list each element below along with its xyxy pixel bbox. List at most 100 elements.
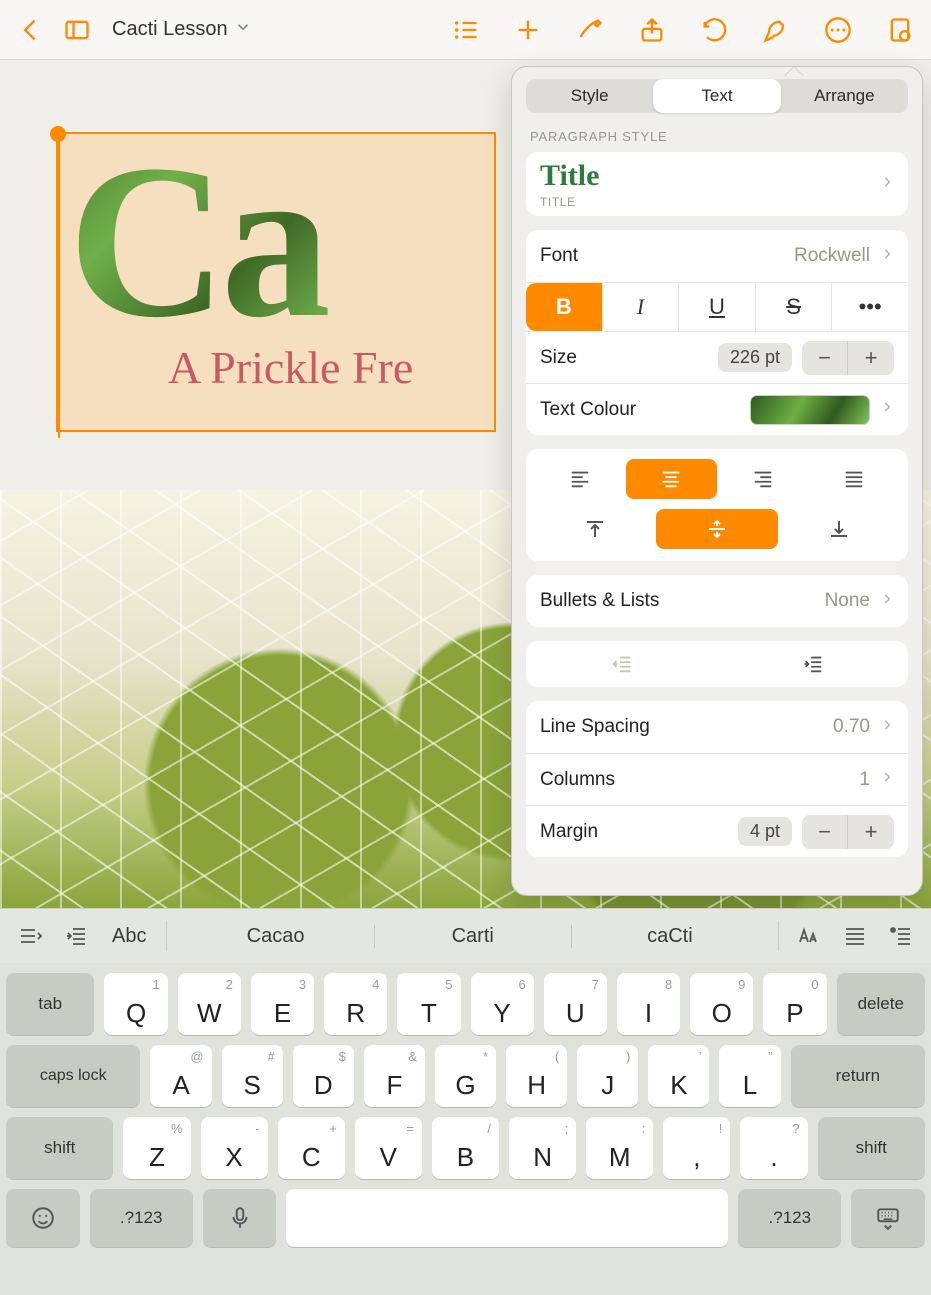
- key-s[interactable]: #S: [222, 1045, 283, 1107]
- key-q[interactable]: 1Q: [104, 973, 167, 1035]
- line-spacing-value: 0.70: [833, 716, 870, 738]
- key-r[interactable]: 4R: [324, 973, 387, 1035]
- key-a[interactable]: @A: [150, 1045, 211, 1107]
- key-l[interactable]: ”L: [719, 1045, 780, 1107]
- document-settings-icon[interactable]: [883, 13, 917, 47]
- indent-button[interactable]: [717, 641, 908, 687]
- key-j[interactable]: )J: [577, 1045, 638, 1107]
- align-shortcut-icon[interactable]: [835, 916, 875, 956]
- add-icon[interactable]: [511, 13, 545, 47]
- draw-icon[interactable]: [573, 13, 607, 47]
- key-w[interactable]: 2W: [178, 973, 241, 1035]
- abc-label[interactable]: Abc: [102, 925, 156, 948]
- margin-value[interactable]: 4 pt: [738, 817, 792, 846]
- valign-top-button[interactable]: [534, 509, 656, 549]
- columns-value: 1: [859, 769, 870, 791]
- key-z[interactable]: %Z: [123, 1117, 190, 1179]
- more-text-options-button[interactable]: •••: [832, 283, 908, 331]
- key-t[interactable]: 5T: [397, 973, 460, 1035]
- key-y[interactable]: 6Y: [471, 973, 534, 1035]
- insert-shortcut-icon[interactable]: [881, 916, 921, 956]
- dictate-key[interactable]: [203, 1189, 277, 1247]
- suggestion-2[interactable]: Carti: [375, 925, 572, 948]
- paragraph-menu-icon[interactable]: [10, 916, 50, 956]
- indent-shortcut-icon[interactable]: [56, 916, 96, 956]
- bold-button[interactable]: B: [526, 283, 603, 331]
- tab-key[interactable]: tab: [6, 973, 94, 1035]
- key-p[interactable]: 0P: [763, 973, 826, 1035]
- align-justify-button[interactable]: [809, 459, 901, 499]
- key-period[interactable]: ?.: [740, 1117, 807, 1179]
- delete-key[interactable]: delete: [837, 973, 925, 1035]
- suggestion-1[interactable]: Cacao: [177, 925, 374, 948]
- size-decrease-button[interactable]: −: [802, 341, 848, 375]
- hide-keyboard-key[interactable]: [851, 1189, 925, 1247]
- space-key[interactable]: [286, 1189, 728, 1247]
- align-right-button[interactable]: [717, 459, 809, 499]
- font-row[interactable]: Font Rockwell: [526, 230, 908, 282]
- return-key[interactable]: return: [791, 1045, 925, 1107]
- subtitle-text[interactable]: A Prickle Fre: [58, 335, 494, 404]
- text-colour-swatch[interactable]: [750, 395, 870, 425]
- shift-left-key[interactable]: shift: [6, 1117, 113, 1179]
- outdent-button[interactable]: [526, 641, 717, 687]
- key-x[interactable]: -X: [201, 1117, 268, 1179]
- key-u[interactable]: 7U: [544, 973, 607, 1035]
- size-increase-button[interactable]: +: [848, 341, 894, 375]
- numbers-left-key[interactable]: .?123: [90, 1189, 193, 1247]
- valign-bottom-button[interactable]: [778, 509, 900, 549]
- align-center-button[interactable]: [626, 459, 718, 499]
- emoji-key[interactable]: [6, 1189, 80, 1247]
- tab-arrange[interactable]: Arrange: [781, 79, 908, 113]
- key-i[interactable]: 8I: [617, 973, 680, 1035]
- undo-icon[interactable]: [697, 13, 731, 47]
- italic-button[interactable]: I: [603, 283, 680, 331]
- selection-handle[interactable]: [50, 126, 66, 142]
- key-f[interactable]: &F: [364, 1045, 425, 1107]
- more-icon[interactable]: [821, 13, 855, 47]
- chevron-right-icon: [880, 770, 894, 789]
- key-v[interactable]: =V: [355, 1117, 422, 1179]
- bullets-row[interactable]: Bullets & Lists None: [526, 575, 908, 627]
- strikethrough-button[interactable]: S: [756, 283, 833, 331]
- key-comma[interactable]: !,: [663, 1117, 730, 1179]
- key-e[interactable]: 3E: [251, 973, 314, 1035]
- size-value[interactable]: 226 pt: [718, 343, 792, 372]
- title-text[interactable]: Ca: [58, 134, 494, 335]
- title-text-box[interactable]: Ca A Prickle Fre: [56, 132, 496, 432]
- suggestion-3[interactable]: caCti: [572, 925, 768, 948]
- document-title[interactable]: Cacti Lesson: [106, 18, 258, 42]
- capslock-key[interactable]: caps lock: [6, 1045, 140, 1107]
- share-icon[interactable]: [635, 13, 669, 47]
- margin-decrease-button[interactable]: −: [802, 815, 848, 849]
- align-left-button[interactable]: [534, 459, 626, 499]
- valign-middle-button[interactable]: [656, 509, 778, 549]
- format-brush-icon[interactable]: [759, 13, 793, 47]
- key-c[interactable]: +C: [278, 1117, 345, 1179]
- columns-row[interactable]: Columns 1: [526, 753, 908, 805]
- key-n[interactable]: ;N: [509, 1117, 576, 1179]
- line-spacing-row[interactable]: Line Spacing 0.70: [526, 701, 908, 753]
- back-icon[interactable]: [14, 13, 48, 47]
- view-options-icon[interactable]: [60, 13, 94, 47]
- key-b[interactable]: /B: [432, 1117, 499, 1179]
- key-o[interactable]: 9O: [690, 973, 753, 1035]
- key-h[interactable]: (H: [506, 1045, 567, 1107]
- margin-increase-button[interactable]: +: [848, 815, 894, 849]
- list-icon[interactable]: [449, 13, 483, 47]
- paragraph-style-card[interactable]: Title TITLE: [526, 152, 908, 216]
- text-size-shortcut-icon[interactable]: [789, 916, 829, 956]
- spacing-card: Line Spacing 0.70 Columns 1 Margin 4 pt …: [526, 701, 908, 857]
- text-colour-row[interactable]: Text Colour: [526, 383, 908, 435]
- shift-right-key[interactable]: shift: [818, 1117, 925, 1179]
- text-colour-label: Text Colour: [540, 399, 636, 421]
- tab-text[interactable]: Text: [653, 79, 780, 113]
- key-m[interactable]: :M: [586, 1117, 653, 1179]
- key-k[interactable]: ’K: [648, 1045, 709, 1107]
- key-d[interactable]: $D: [293, 1045, 354, 1107]
- tab-style[interactable]: Style: [526, 79, 653, 113]
- chevron-right-icon: [880, 247, 894, 266]
- numbers-right-key[interactable]: .?123: [738, 1189, 841, 1247]
- key-g[interactable]: *G: [435, 1045, 496, 1107]
- underline-button[interactable]: U: [679, 283, 756, 331]
